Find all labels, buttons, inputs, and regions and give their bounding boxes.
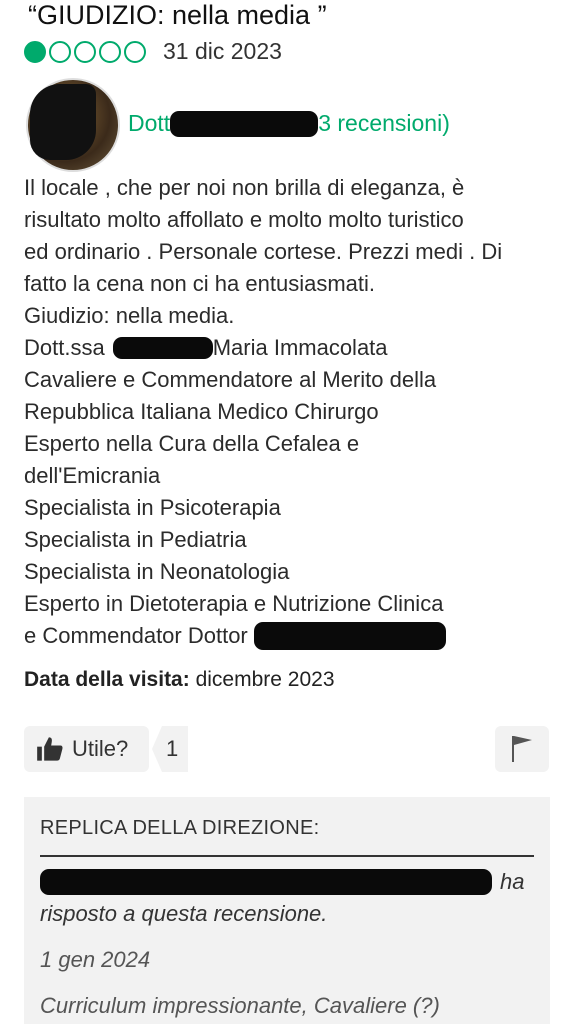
review-line: Esperto nella Cura della Cefalea e [24,431,360,456]
redaction-mark [253,622,446,650]
reply-header: REPLICA DELLA DIREZIONE: [40,817,320,839]
reply-responder: ha [40,869,524,895]
review-line: Specialista in Psicoterapia [24,495,281,520]
review-line: ed ordinario . Personale cortese. Prezzi… [24,239,503,264]
rating-bubbles: 31 dic 2023 [24,38,282,65]
author-link[interactable]: Dott 3 recensioni) [128,110,450,137]
visit-date: Data della visita: dicembre 2023 [24,668,335,692]
redaction-mark [112,337,213,359]
review-line: Repubblica Italiana Medico Chirurgo [24,399,379,424]
reply-responder-suffix: ha [500,869,525,894]
rating-bubble [74,40,96,63]
review-line: dell'Emicrania [24,463,161,488]
useful-button[interactable]: Utile? [24,726,149,772]
reply-responded-text: risposto a questa recensione. [40,901,328,926]
review-line: fatto la cena non ci ha entusiasmati. [24,271,375,296]
review-line: Specialista in Neonatologia [24,559,290,584]
reply-date: 1 gen 2024 [40,947,151,972]
rating-bubble [99,40,121,63]
rating-bubble [49,40,71,63]
review-line: Giudizio: nella media. [24,303,235,328]
review-line: Cavaliere e Commendatore al Merito della [24,367,437,392]
reply-text: Curriculum impressionante, Cavaliere (?) [40,993,440,1018]
visit-date-label: Data della visita: [24,668,190,691]
redaction-mark [40,869,492,895]
review-line-signature: Dott.ssa Maria Immacolata [24,332,559,364]
review-title: “GIUDIZIO: nella media ” [28,0,327,30]
review-line-last: e Commendator Dottor [24,620,559,652]
review-line: Esperto in Dietoterapia e Nutrizione Cli… [24,591,444,616]
review-line: risultato molto affollato e molto molto … [24,207,464,232]
redaction-mark [170,110,319,137]
reply-divider [40,855,534,857]
review-line: Specialista in Pediatria [24,527,247,552]
review-line: Il locale , che per noi non brilla di el… [24,175,465,200]
report-button[interactable] [495,726,549,772]
rating-bubble [24,40,46,63]
rating-bubble [124,40,146,63]
flag-icon [512,736,532,762]
useful-count: 1 [152,726,189,772]
author-name-prefix: Dott [128,110,171,136]
useful-label: Utile? [72,736,129,761]
visit-date-value: dicembre 2023 [195,668,335,691]
review-body: Il locale , che per noi non brilla di el… [24,172,559,652]
closing-title: e Commendator Dottor [24,623,248,648]
signature-title: Dott.ssa [24,335,105,360]
redaction-mark [30,84,96,160]
author-review-count: 3 recensioni) [318,110,450,136]
review-date: 31 dic 2023 [163,38,282,64]
owner-reply: REPLICA DELLA DIREZIONE: ha risposto a q… [24,797,550,1024]
signature-name: Maria Immacolata [212,335,388,360]
thumbs-up-icon [37,737,63,761]
